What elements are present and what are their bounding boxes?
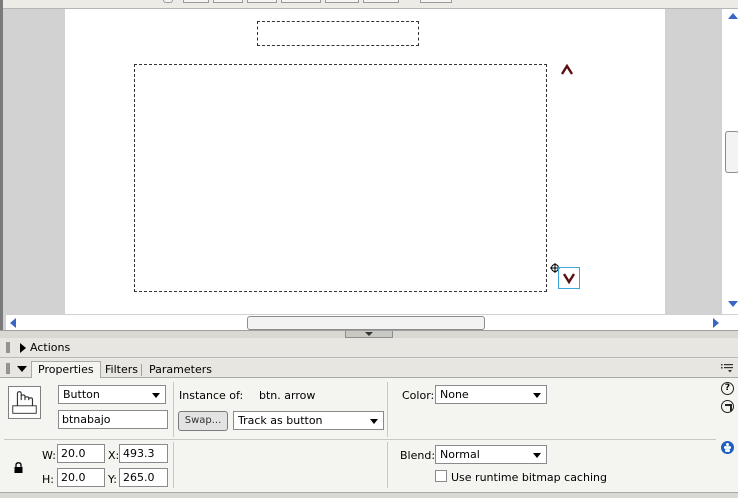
blend-mode-select[interactable]: Normal — [435, 445, 547, 464]
content-text-area[interactable] — [134, 64, 547, 292]
y-label: Y: — [108, 473, 117, 486]
toolbar-stub — [213, 0, 243, 3]
x-label: X: — [108, 449, 120, 462]
y-position-value: 265.0 — [123, 471, 155, 484]
color-effect-value: None — [440, 388, 469, 401]
x-position-input[interactable]: 493.3 — [119, 444, 168, 463]
color-label: Color: — [402, 389, 435, 402]
chevron-down-icon — [152, 393, 160, 398]
width-label: W: — [42, 449, 56, 462]
vertical-scrollbar[interactable] — [721, 9, 738, 314]
y-position-input[interactable]: 265.0 — [119, 468, 168, 487]
height-label: H: — [42, 473, 54, 486]
toolbar-stub — [420, 0, 452, 3]
section-divider — [4, 439, 716, 440]
scroll-down-arrow-icon[interactable] — [728, 301, 738, 307]
scroll-right-arrow-icon[interactable] — [713, 318, 719, 328]
actions-panel-header[interactable]: Actions — [0, 338, 738, 358]
color-effect-select[interactable]: None — [435, 385, 547, 404]
section-divider — [387, 442, 388, 488]
symbol-type-select[interactable]: Button — [58, 385, 166, 404]
tab-filters[interactable]: Filters — [99, 362, 144, 378]
width-value: 20.0 — [61, 447, 86, 460]
symbol-type-value: Button — [63, 388, 100, 401]
accessibility-icon[interactable] — [721, 441, 734, 454]
toolbar-stub — [247, 0, 277, 3]
bitmap-caching-label[interactable]: Use runtime bitmap caching — [451, 471, 607, 484]
stage[interactable] — [65, 9, 665, 314]
arrow-down-button-symbol[interactable] — [562, 271, 576, 285]
pasteboard[interactable] — [0, 0, 738, 332]
instance-name-value: btnabajo — [62, 413, 111, 426]
chevron-down-icon — [533, 393, 541, 398]
scroll-up-arrow-icon[interactable] — [728, 13, 738, 19]
toolbar-stub — [183, 0, 209, 3]
blend-label: Blend: — [400, 449, 436, 462]
edit-symbol-icon[interactable] — [721, 400, 734, 413]
properties-panel-body: Button btnabajo Instance of: btn. arrow … — [0, 378, 738, 492]
lock-icon[interactable] — [14, 462, 23, 473]
tab-parameters[interactable]: Parameters — [143, 362, 218, 378]
section-divider — [173, 442, 174, 488]
toolbar-stub — [163, 0, 173, 3]
panel-grip-icon[interactable] — [6, 363, 10, 374]
height-input[interactable]: 20.0 — [57, 468, 105, 487]
track-mode-select[interactable]: Track as button — [233, 411, 384, 430]
swap-button[interactable]: Swap... — [178, 411, 228, 431]
instance-of-label: Instance of: — [179, 389, 244, 402]
section-divider — [173, 382, 174, 437]
selected-button-instance[interactable] — [558, 267, 580, 289]
section-divider — [387, 382, 388, 437]
window-bottom-edge — [0, 492, 738, 498]
tab-separator — [141, 364, 142, 376]
help-icon[interactable]: ? — [721, 382, 734, 395]
button-symbol-hand-icon — [8, 386, 41, 419]
horizontal-scrollbar[interactable] — [6, 314, 738, 330]
collapse-triangle-icon[interactable] — [17, 366, 27, 372]
panel-splitter[interactable] — [0, 330, 738, 338]
bitmap-caching-checkbox[interactable] — [435, 470, 447, 482]
dynamic-text-box[interactable] — [257, 21, 419, 46]
toolbar-stub — [363, 0, 399, 3]
height-value: 20.0 — [61, 471, 86, 484]
panel-options-menu-icon[interactable] — [721, 363, 733, 373]
scroll-left-arrow-icon[interactable] — [10, 318, 16, 328]
chevron-down-icon — [370, 419, 378, 424]
horizontal-scroll-thumb[interactable] — [247, 316, 485, 330]
expand-triangle-icon[interactable] — [20, 343, 26, 353]
track-mode-value: Track as button — [238, 414, 323, 427]
panel-grip-icon[interactable] — [6, 342, 10, 353]
arrow-up-button-symbol[interactable] — [560, 62, 574, 78]
blend-mode-value: Normal — [440, 448, 480, 461]
instance-name-input[interactable]: btnabajo — [58, 410, 168, 429]
instance-of-value: btn. arrow — [259, 389, 316, 402]
collapse-panel-handle[interactable] — [345, 331, 393, 338]
vertical-scroll-thumb[interactable] — [725, 131, 738, 173]
tab-properties[interactable]: Properties — [31, 361, 101, 379]
chevron-down-icon — [533, 453, 541, 458]
toolbar-stub — [281, 0, 321, 3]
toolbar-strip — [3, 0, 738, 9]
properties-panel-header: Properties Filters Parameters — [0, 359, 738, 379]
actions-panel-title[interactable]: Actions — [30, 341, 70, 354]
toolbar-stub — [325, 0, 359, 3]
x-position-value: 493.3 — [123, 447, 155, 460]
width-input[interactable]: 20.0 — [57, 444, 105, 463]
